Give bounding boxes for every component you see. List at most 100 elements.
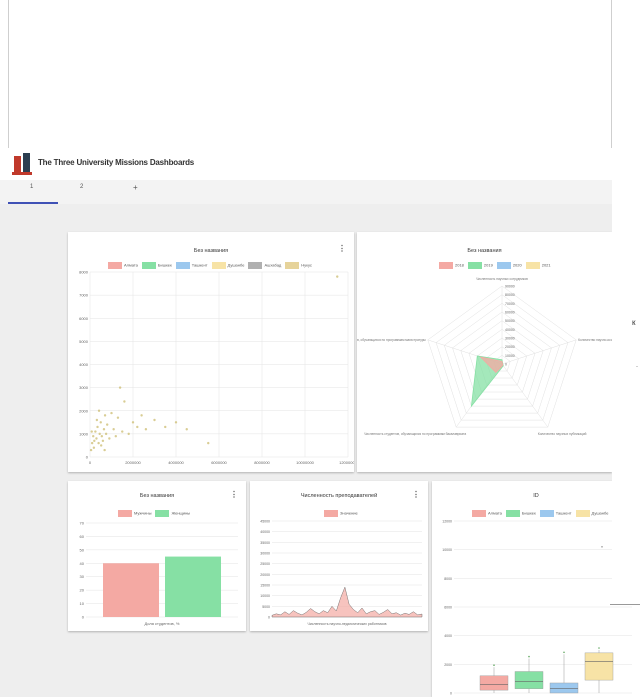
box — [549, 682, 579, 694]
data-point — [97, 409, 101, 412]
data-point — [95, 418, 99, 422]
data-point — [136, 425, 139, 429]
data-point — [99, 421, 102, 424]
y-tick-label: 8000 — [79, 270, 89, 275]
axis-label: Количество научных публикаций — [538, 432, 587, 436]
data-point — [93, 439, 96, 443]
y-tick-label: 10000 — [260, 594, 270, 598]
outlier-point — [528, 655, 530, 658]
radial-tick-label: 10000 — [505, 354, 515, 358]
data-point — [207, 441, 210, 445]
y-tick-label: 30 — [80, 574, 85, 579]
x-tick-label: 10000000 — [296, 460, 315, 465]
y-tick-label: 0 — [450, 692, 452, 696]
y-tick-label: 5000 — [79, 339, 89, 344]
scatter-plot: 0 1000 2000 3000 4000 5000 6000 7000 8000 0 200000… — [79, 270, 354, 466]
y-tick-label: 6000 — [444, 606, 452, 610]
y-tick-label: 1000 — [79, 431, 89, 436]
y-tick-label: 2000 — [444, 663, 452, 667]
data-point — [174, 421, 178, 424]
box — [584, 652, 614, 681]
box — [479, 675, 509, 691]
data-point — [131, 421, 135, 424]
tab-1[interactable]: 1 — [30, 184, 33, 190]
data-point — [101, 439, 105, 443]
radial-tick-label: 30000 — [505, 337, 515, 341]
area-chart-card[interactable]: Численность преподавателей ⋮ Значение 05… — [250, 481, 428, 631]
radial-tick-label: 20000 — [505, 345, 515, 349]
x-tick-label: 8000000 — [254, 460, 270, 465]
x-tick-label: 2000000 — [125, 460, 141, 465]
tab-bar — [0, 180, 612, 204]
data-point — [121, 430, 124, 433]
box — [514, 671, 544, 689]
y-tick-label: 50 — [80, 547, 85, 552]
side-panel — [612, 0, 640, 605]
data-point — [123, 400, 126, 403]
y-tick-label: 5000 — [262, 605, 270, 609]
side-panel-label: к — [632, 318, 636, 327]
y-tick-label: 20000 — [260, 573, 270, 577]
divider — [610, 604, 640, 605]
axis-label: Численность студентов, обучающихся по пр… — [357, 338, 427, 342]
radial-tick-label: 50000 — [505, 319, 515, 323]
y-tick-label: 0 — [268, 616, 270, 620]
y-tick-label: 4000 — [444, 634, 452, 638]
data-point — [336, 275, 339, 278]
y-tick-label: 0 — [82, 615, 85, 620]
y-tick-label: 70 — [80, 521, 85, 526]
app-title: The Three University Missions Dashboards — [38, 158, 195, 167]
data-point — [106, 423, 109, 426]
data-point — [110, 411, 113, 415]
axis-label: Количество научно-исследовательских рабо… — [578, 338, 612, 342]
data-point — [112, 428, 115, 431]
y-tick-label: 25000 — [260, 562, 270, 566]
add-tab-button[interactable]: + — [133, 183, 138, 192]
side-panel-dash: - — [636, 364, 638, 370]
data-point — [90, 430, 93, 433]
radial-tick-label: 90000 — [505, 285, 515, 289]
scatter-chart-card[interactable]: Без названия ⋮ Алмата Бишкек Ташкент Душанб… — [68, 232, 354, 472]
data-point — [118, 386, 122, 389]
data-point — [89, 448, 93, 452]
radial-tick-label: 60000 — [505, 311, 515, 315]
data-point — [100, 434, 104, 438]
y-tick-label: 10 — [80, 601, 85, 606]
y-tick-label: 3000 — [79, 385, 89, 390]
data-point — [92, 446, 96, 449]
data-point — [96, 425, 99, 429]
y-tick-label: 10000 — [442, 548, 452, 552]
data-point — [103, 448, 106, 452]
tab-2[interactable]: 2 — [80, 184, 83, 190]
radar-chart-card[interactable]: Без названия 2018 2019 2020 2021 0 10000 2000… — [357, 232, 612, 472]
bar-chart-card[interactable]: Без названия ⋮ Мужчины Женщины 0 10 20 30 40 5… — [68, 481, 246, 631]
data-point — [153, 418, 156, 422]
x-tick-label: 12000000 — [339, 460, 354, 465]
area-plot: 0 5000 10000 15000 20000 25000 30000 35000 40000… — [260, 520, 423, 626]
outlier-point — [563, 651, 565, 654]
data-point — [140, 414, 143, 417]
y-tick-label: 15000 — [260, 584, 270, 588]
y-tick-label: 40000 — [260, 530, 270, 534]
x-axis-label: Численность научно-педагогических работн… — [308, 622, 387, 626]
y-tick-label: 6000 — [79, 316, 89, 321]
divider — [8, 0, 9, 150]
radar-spoke — [501, 363, 549, 428]
data-point — [95, 437, 98, 440]
axis-label: Численность студентов, обучающихся по пр… — [364, 432, 466, 436]
university-logo-icon — [12, 153, 32, 175]
data-point — [92, 434, 95, 438]
data-point — [114, 434, 117, 438]
y-tick-label: 30000 — [260, 552, 270, 556]
outlier-point — [598, 647, 600, 649]
data-point — [108, 437, 111, 440]
data-point — [102, 428, 106, 431]
data-point — [127, 432, 130, 436]
data-point — [116, 416, 120, 419]
data-point — [104, 432, 108, 436]
bar — [103, 563, 159, 617]
x-tick-label: 4000000 — [168, 460, 184, 465]
box-chart-card[interactable]: ID Алмата Бишкек Ташкент Душанбе 0 2000 4000 6… — [432, 481, 640, 697]
y-tick-label: 4000 — [79, 362, 89, 367]
data-point — [185, 428, 188, 431]
